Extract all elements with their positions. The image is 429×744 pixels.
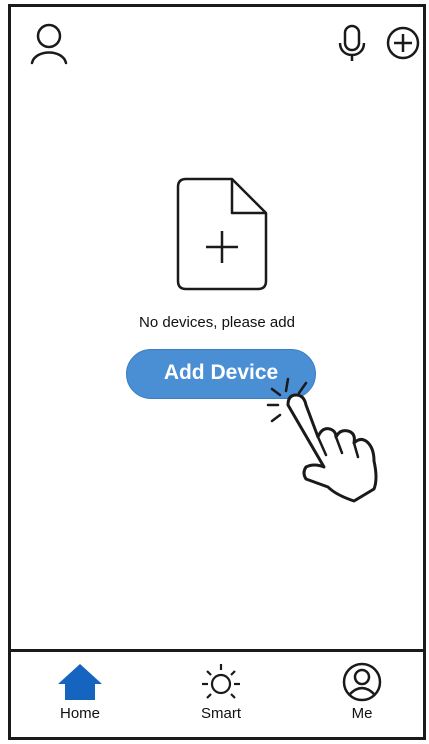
phone-frame: No devices, please add Add Device Home S… [8, 4, 426, 740]
tab-me[interactable]: Me [307, 652, 417, 737]
user-circle-icon [342, 662, 382, 702]
sun-icon [202, 664, 240, 699]
microphone-icon[interactable] [337, 23, 367, 63]
add-device-button[interactable]: Add Device [126, 349, 316, 399]
plus-circle-icon[interactable] [385, 25, 421, 61]
user-icon[interactable] [29, 21, 69, 65]
tab-home-label: Home [59, 705, 100, 722]
bottom-tab-bar: Home Smart Me [11, 649, 423, 737]
tab-smart[interactable]: Smart [166, 652, 276, 737]
tab-smart-label: Smart [200, 705, 241, 722]
empty-message: No devices, please add [139, 314, 295, 331]
tab-me-label: Me [351, 705, 373, 722]
home-icon [58, 664, 102, 700]
add-document-icon [176, 177, 268, 291]
tab-home[interactable]: Home [25, 652, 135, 737]
